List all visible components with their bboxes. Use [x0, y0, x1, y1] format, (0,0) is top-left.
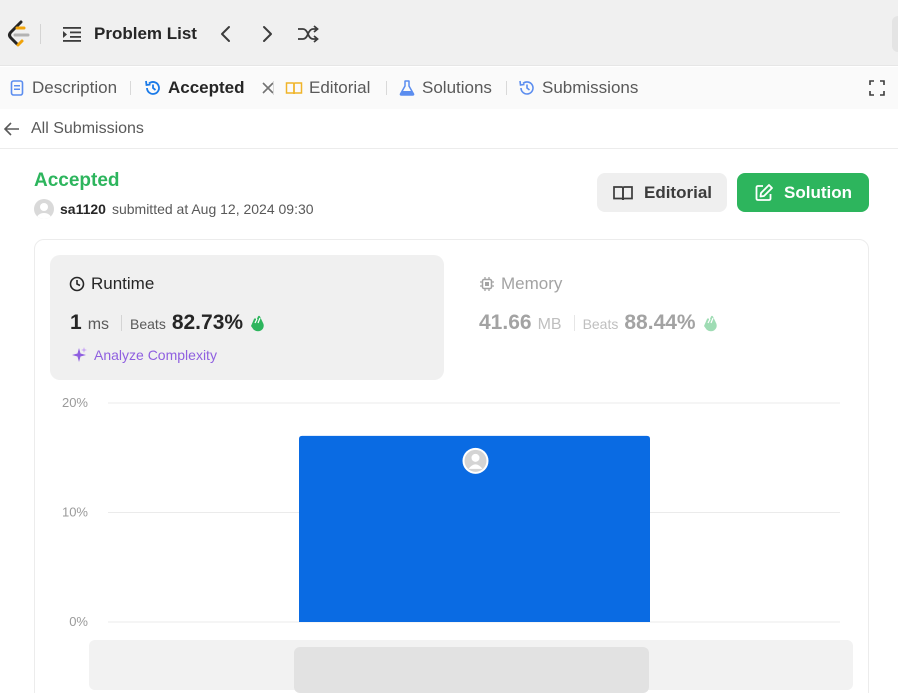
- tab-solutions[interactable]: Solutions: [398, 67, 492, 109]
- editorial-button[interactable]: Editorial: [597, 173, 727, 212]
- user-icon: [37, 203, 51, 219]
- list-indent-icon: [63, 27, 81, 42]
- submitter-info: sa1120 submitted at Aug 12, 2024 09:30: [34, 199, 314, 219]
- random-problem-button[interactable]: [296, 22, 320, 46]
- all-submissions-row: All Submissions: [0, 110, 898, 149]
- runtime-value: 1: [70, 311, 82, 334]
- arrow-left-icon[interactable]: [3, 120, 21, 138]
- book-icon: [613, 185, 633, 200]
- memory-title[interactable]: Memory: [479, 274, 562, 294]
- solution-button-label: Solution: [784, 182, 852, 202]
- chip-icon: [480, 277, 494, 291]
- chevron-left-icon: [221, 26, 230, 42]
- book-icon: [285, 82, 303, 95]
- y-tick-label: 10%: [62, 505, 88, 520]
- leetcode-logo-icon[interactable]: [6, 20, 32, 48]
- analyze-complexity-label: Analyze Complexity: [94, 347, 217, 363]
- problem-list-button[interactable]: Problem List: [62, 22, 197, 46]
- submission-status: Accepted: [34, 170, 120, 191]
- all-submissions-link[interactable]: All Submissions: [31, 120, 144, 138]
- edit-icon: [755, 183, 773, 201]
- tab-editorial[interactable]: Editorial: [285, 67, 370, 109]
- runtime-title: Runtime: [69, 274, 154, 294]
- clapping-hands-icon: [703, 315, 717, 332]
- runtime-title-label: Runtime: [91, 274, 155, 293]
- runtime-distribution-chart: 20% 10% 0%: [62, 395, 840, 629]
- runtime-unit: ms: [87, 316, 110, 333]
- tab-divider: [273, 81, 274, 95]
- runtime-beats-value: 82.73%: [171, 311, 244, 334]
- editorial-button-label: Editorial: [643, 182, 712, 202]
- divider: [40, 24, 41, 44]
- tab-submissions-label: Submissions: [542, 78, 639, 97]
- fullscreen-icon[interactable]: [868, 79, 886, 97]
- prev-problem-button[interactable]: [214, 22, 238, 46]
- username[interactable]: sa1120: [60, 201, 106, 217]
- avatar: [34, 199, 54, 219]
- tab-divider: [506, 81, 507, 95]
- panel-tabs: Description Accepted Editorial Solutions: [0, 67, 898, 109]
- top-navbar: Problem List: [0, 0, 898, 66]
- memory-title-label: Memory: [501, 274, 563, 293]
- problem-list-label: Problem List: [94, 24, 197, 43]
- user-avatar-marker: [462, 447, 489, 474]
- memory-beats-label: Beats: [582, 316, 619, 332]
- history-icon: [519, 80, 534, 95]
- tab-accepted[interactable]: Accepted: [144, 67, 275, 109]
- tab-solutions-label: Solutions: [422, 78, 492, 97]
- runtime-stats: 1 ms Beats 82.73%: [70, 311, 267, 335]
- clapping-hands-icon: [251, 315, 264, 332]
- submitted-time: submitted at Aug 12, 2024 09:30: [111, 201, 314, 217]
- analyze-complexity-button[interactable]: Analyze Complexity: [70, 346, 217, 364]
- tab-divider: [386, 81, 387, 95]
- next-problem-button[interactable]: [255, 22, 279, 46]
- clock-icon: [69, 276, 85, 292]
- sparkle-icon: [72, 347, 87, 362]
- tab-submissions[interactable]: Submissions: [518, 67, 638, 109]
- memory-beats-value: 88.44%: [624, 311, 696, 334]
- runtime-beats-label: Beats: [130, 316, 166, 332]
- y-tick-label: 0%: [69, 614, 88, 629]
- tab-accepted-label: Accepted: [168, 78, 245, 97]
- shuffle-icon: [298, 25, 319, 43]
- memory-value: 41.66: [479, 311, 532, 334]
- chart-range-handle[interactable]: [294, 647, 649, 693]
- history-icon: [145, 80, 160, 95]
- memory-unit: MB: [537, 316, 562, 333]
- y-tick-label: 20%: [62, 395, 88, 410]
- tab-divider: [130, 81, 131, 95]
- flask-icon: [399, 80, 415, 96]
- topbar-overflow-edge: [892, 16, 898, 52]
- memory-stats: 41.66 MB Beats 88.44%: [479, 311, 720, 335]
- tab-description-label: Description: [32, 78, 118, 97]
- divider: [573, 315, 575, 331]
- divider: [121, 315, 123, 331]
- chevron-right-icon: [263, 26, 272, 42]
- solution-button[interactable]: Solution: [737, 173, 869, 212]
- tab-description[interactable]: Description: [8, 67, 117, 109]
- tab-editorial-label: Editorial: [309, 78, 371, 97]
- document-icon: [10, 80, 24, 96]
